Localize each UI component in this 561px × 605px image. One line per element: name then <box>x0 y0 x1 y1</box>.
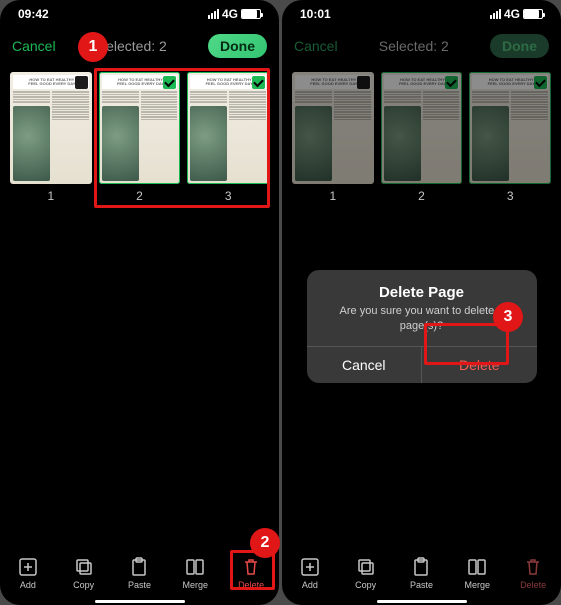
cancel-button[interactable]: Cancel <box>12 38 56 54</box>
select-checkbox[interactable] <box>75 76 88 89</box>
paste-icon <box>129 557 149 577</box>
trash-icon <box>241 557 261 577</box>
paste-icon <box>411 557 431 577</box>
add-button[interactable]: Add <box>3 557 53 590</box>
merge-icon <box>185 557 205 577</box>
delete-dialog: Delete Page Are you sure you want to del… <box>307 270 537 383</box>
select-checkbox-checked[interactable] <box>163 76 176 89</box>
copy-icon <box>74 557 94 577</box>
cancel-button[interactable]: Cancel <box>294 38 338 54</box>
select-checkbox-checked[interactable] <box>445 76 458 89</box>
page-number: 1 <box>10 189 92 203</box>
page-thumb-2[interactable]: HOW TO EAT HEALTHYFEEL GOOD EVERY DAY 2 <box>99 72 181 203</box>
done-button[interactable]: Done <box>208 34 267 58</box>
copy-button[interactable]: Copy <box>341 557 391 590</box>
status-bar: 10:01 4G <box>282 0 561 28</box>
dialog-delete-button[interactable]: Delete <box>422 347 537 383</box>
toolbar: Add Copy Paste Merge Delete <box>0 547 279 605</box>
trash-icon <box>523 557 543 577</box>
page-thumb-2[interactable]: HOW TO EAT HEALTHYFEEL GOOD EVERY DAY 2 <box>381 72 463 203</box>
page-thumb-1[interactable]: HOW TO EAT HEALTHYFEEL GOOD EVERY DAY 1 <box>10 72 92 203</box>
battery-icon <box>523 9 543 19</box>
merge-icon <box>467 557 487 577</box>
top-bar: Cancel Selected: 2 Done <box>0 28 279 64</box>
merge-button[interactable]: Merge <box>452 557 502 590</box>
phone-right: 10:01 4G Cancel Selected: 2 Done HOW TO … <box>282 0 561 605</box>
network-label: 4G <box>222 7 238 21</box>
thumbnails: HOW TO EAT HEALTHYFEEL GOOD EVERY DAY 1 … <box>0 64 279 207</box>
home-indicator <box>377 600 467 603</box>
select-checkbox-checked[interactable] <box>534 76 547 89</box>
select-checkbox-checked[interactable] <box>252 76 265 89</box>
selection-title: Selected: 2 <box>97 38 167 54</box>
time-label: 09:42 <box>18 7 49 21</box>
delete-button[interactable]: Delete <box>508 557 558 590</box>
paste-button[interactable]: Paste <box>114 557 164 590</box>
dialog-title: Delete Page <box>319 284 525 301</box>
battery-icon <box>241 9 261 19</box>
toolbar: Add Copy Paste Merge Delete <box>282 547 561 605</box>
page-number: 2 <box>99 189 181 203</box>
add-icon <box>300 557 320 577</box>
paste-button[interactable]: Paste <box>396 557 446 590</box>
page-number: 3 <box>469 189 551 203</box>
dialog-cancel-button[interactable]: Cancel <box>307 347 423 383</box>
add-button[interactable]: Add <box>285 557 335 590</box>
add-icon <box>18 557 38 577</box>
signal-icon <box>208 9 219 19</box>
page-thumb-1[interactable]: HOW TO EAT HEALTHYFEEL GOOD EVERY DAY 1 <box>292 72 374 203</box>
status-bar: 09:42 4G <box>0 0 279 28</box>
network-label: 4G <box>504 7 520 21</box>
page-thumb-3[interactable]: HOW TO EAT HEALTHYFEEL GOOD EVERY DAY 3 <box>469 72 551 203</box>
signal-icon <box>490 9 501 19</box>
copy-button[interactable]: Copy <box>59 557 109 590</box>
copy-icon <box>356 557 376 577</box>
time-label: 10:01 <box>300 7 331 21</box>
page-thumb-3[interactable]: HOW TO EAT HEALTHYFEEL GOOD EVERY DAY 3 <box>187 72 269 203</box>
selection-title: Selected: 2 <box>379 38 449 54</box>
top-bar: Cancel Selected: 2 Done <box>282 28 561 64</box>
phone-left: 09:42 4G Cancel Selected: 2 Done HOW TO … <box>0 0 279 605</box>
page-number: 3 <box>187 189 269 203</box>
merge-button[interactable]: Merge <box>170 557 220 590</box>
delete-button[interactable]: Delete <box>226 557 276 590</box>
thumbnails: HOW TO EAT HEALTHYFEEL GOOD EVERY DAY 1 … <box>282 64 561 207</box>
home-indicator <box>95 600 185 603</box>
done-button[interactable]: Done <box>490 34 549 58</box>
select-checkbox[interactable] <box>357 76 370 89</box>
dialog-message: Are you sure you want to delete 2 page(s… <box>319 304 525 334</box>
page-number: 1 <box>292 189 374 203</box>
page-number: 2 <box>381 189 463 203</box>
